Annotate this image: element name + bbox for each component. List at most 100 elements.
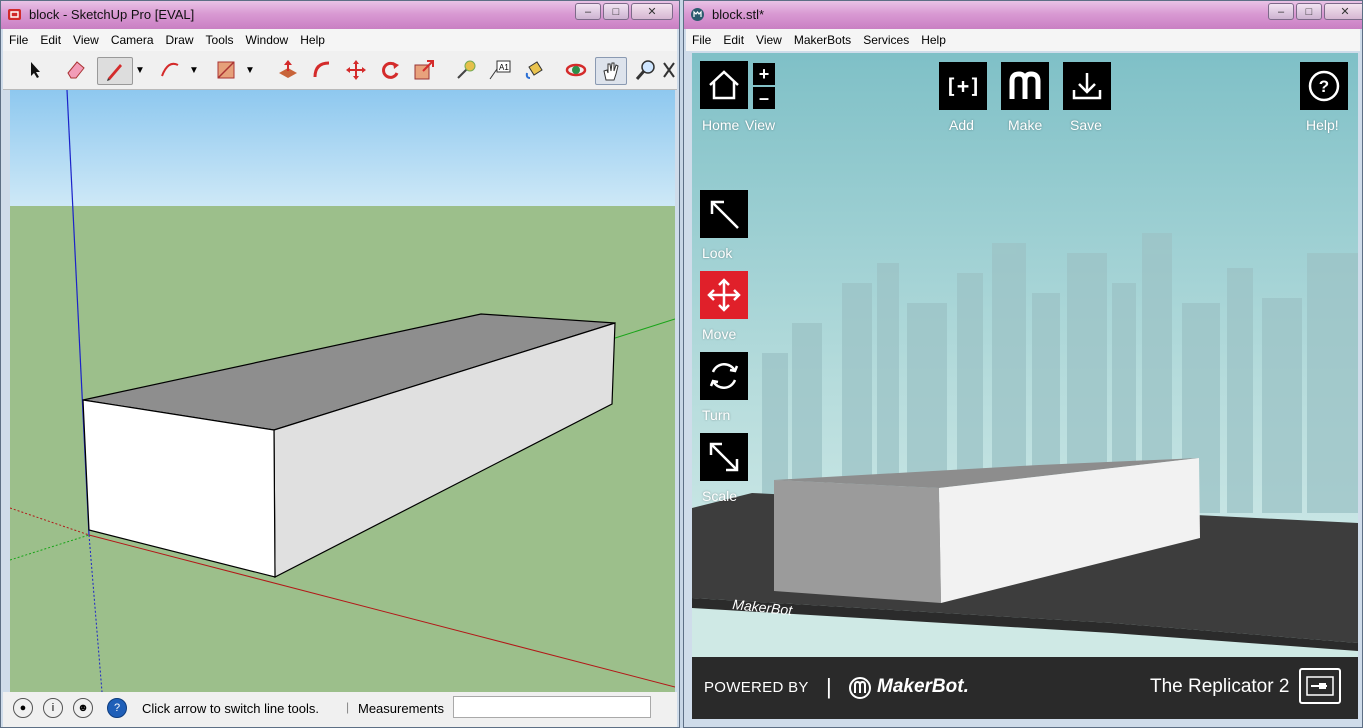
menu-file[interactable]: File — [686, 33, 717, 47]
menu-tools[interactable]: Tools — [200, 33, 240, 47]
main-toolbar: ▼ ▼ ▼ A1 — [3, 51, 677, 90]
scale-label: Scale — [702, 488, 738, 504]
status-bar: ● i ☻ ? Click arrow to switch line tools… — [3, 692, 677, 727]
zoom-in-button[interactable]: + — [753, 63, 775, 85]
window-title: block.stl* — [712, 7, 765, 22]
help-button[interactable]: ? — [1300, 62, 1348, 110]
makerbot-viewport[interactable]: MakerBot + – Home View [+] Add Make Save… — [692, 53, 1358, 657]
minimize-button[interactable]: – — [575, 3, 601, 20]
minimize-button[interactable]: – — [1268, 3, 1294, 20]
add-button[interactable]: [+] — [939, 62, 987, 110]
save-button[interactable] — [1063, 62, 1111, 110]
pan-hand-icon[interactable] — [595, 57, 627, 85]
svg-text:?: ? — [1319, 77, 1329, 96]
text-icon[interactable]: A1 — [487, 57, 513, 83]
chevron-down-icon[interactable]: ▼ — [241, 57, 259, 83]
makerbot-scene: MakerBot — [692, 53, 1358, 657]
maximize-button[interactable]: □ — [603, 3, 629, 20]
follow-me-icon[interactable] — [309, 57, 335, 83]
divider: | — [346, 700, 350, 714]
turn-icon — [709, 363, 739, 389]
menu-view[interactable]: View — [67, 33, 105, 47]
window-title: block - SketchUp Pro [EVAL] — [29, 7, 195, 22]
move-arrows-icon — [707, 278, 741, 312]
measurements-label: Measurements — [358, 701, 444, 716]
look-button[interactable] — [700, 190, 748, 238]
move-label: Move — [702, 326, 737, 342]
make-button[interactable] — [1001, 62, 1049, 110]
help-circle-icon: ? — [1308, 70, 1340, 102]
menu-camera[interactable]: Camera — [105, 33, 160, 47]
menu-bar: File Edit View MakerBots Services Help — [686, 29, 1360, 51]
help-icon[interactable]: ? — [107, 698, 127, 718]
turn-label: Turn — [702, 407, 731, 423]
add-icon: [+] — [944, 74, 982, 98]
home-label: Home — [702, 117, 740, 133]
menu-help[interactable]: Help — [294, 33, 331, 47]
menu-view[interactable]: View — [750, 33, 788, 47]
makerbot-titlebar[interactable]: block.stl* – □ ✕ — [684, 1, 1362, 29]
scale-arrows-icon — [709, 442, 739, 472]
makerbot-logo-icon — [849, 677, 871, 699]
sketchup-window: block - SketchUp Pro [EVAL] – □ ✕ File E… — [0, 0, 680, 728]
menu-draw[interactable]: Draw — [160, 33, 200, 47]
menu-services[interactable]: Services — [857, 33, 915, 47]
sketchup-viewport[interactable] — [10, 90, 675, 692]
menu-edit[interactable]: Edit — [34, 33, 67, 47]
select-arrow-icon[interactable] — [23, 57, 49, 83]
tape-measure-icon[interactable] — [453, 57, 479, 83]
arc-icon[interactable] — [157, 57, 183, 83]
eraser-icon[interactable] — [63, 57, 89, 83]
add-label: Add — [949, 117, 974, 133]
maximize-button[interactable]: □ — [1296, 3, 1322, 20]
move-button[interactable] — [700, 271, 748, 319]
sketchup-logo-icon — [8, 9, 21, 20]
zoom-extents-icon[interactable] — [661, 57, 677, 83]
sketchup-titlebar[interactable]: block - SketchUp Pro [EVAL] – □ ✕ — [1, 1, 679, 29]
powered-by-label: POWERED BY — [704, 679, 809, 696]
makerbot-footer: POWERED BY | MakerBot. The Replicator 2 — [692, 657, 1358, 719]
turn-button[interactable] — [700, 352, 748, 400]
push-pull-icon[interactable] — [275, 57, 301, 83]
rectangle-icon[interactable] — [213, 57, 239, 83]
makerbot-logo-icon — [691, 8, 704, 21]
home-icon — [709, 70, 739, 100]
rotate-icon[interactable] — [377, 57, 403, 83]
zoom-icon[interactable] — [633, 57, 659, 83]
close-button[interactable]: ✕ — [631, 3, 673, 20]
menu-window[interactable]: Window — [240, 33, 295, 47]
menu-bar: File Edit View Camera Draw Tools Window … — [3, 29, 677, 51]
makerbot-window: block.stl* – □ ✕ File Edit View MakerBot… — [683, 0, 1363, 728]
menu-makerbots[interactable]: MakerBots — [788, 33, 857, 47]
menu-help[interactable]: Help — [915, 33, 952, 47]
scale-icon[interactable] — [411, 57, 437, 83]
plus-icon: + — [758, 63, 770, 84]
credits-icon[interactable]: i — [43, 698, 63, 718]
make-label: Make — [1008, 117, 1043, 133]
account-icon[interactable]: ☻ — [73, 698, 93, 718]
help-label: Help! — [1306, 117, 1339, 133]
svg-text:A1: A1 — [499, 63, 509, 72]
replicator-icon[interactable] — [1299, 668, 1341, 704]
geo-location-icon[interactable]: ● — [13, 698, 33, 718]
scale-button[interactable] — [700, 433, 748, 481]
move-icon[interactable] — [343, 57, 369, 83]
view-label: View — [745, 117, 776, 133]
pencil-icon[interactable] — [97, 57, 133, 85]
home-button[interactable] — [700, 61, 748, 109]
minus-icon: – — [758, 87, 769, 108]
close-button[interactable]: ✕ — [1324, 3, 1362, 20]
chevron-down-icon[interactable]: ▼ — [185, 57, 203, 83]
chevron-down-icon[interactable]: ▼ — [131, 57, 149, 83]
menu-edit[interactable]: Edit — [717, 33, 750, 47]
look-label: Look — [702, 245, 733, 261]
orbit-icon[interactable] — [563, 57, 589, 83]
save-label: Save — [1070, 117, 1102, 133]
paint-bucket-icon[interactable] — [521, 57, 547, 83]
status-hint: Click arrow to switch line tools. — [142, 701, 319, 716]
menu-file[interactable]: File — [3, 33, 34, 47]
make-icon — [1009, 71, 1041, 99]
zoom-out-button[interactable]: – — [753, 87, 775, 109]
measurements-input[interactable] — [453, 696, 651, 718]
printer-name[interactable]: The Replicator 2 — [1150, 676, 1289, 698]
